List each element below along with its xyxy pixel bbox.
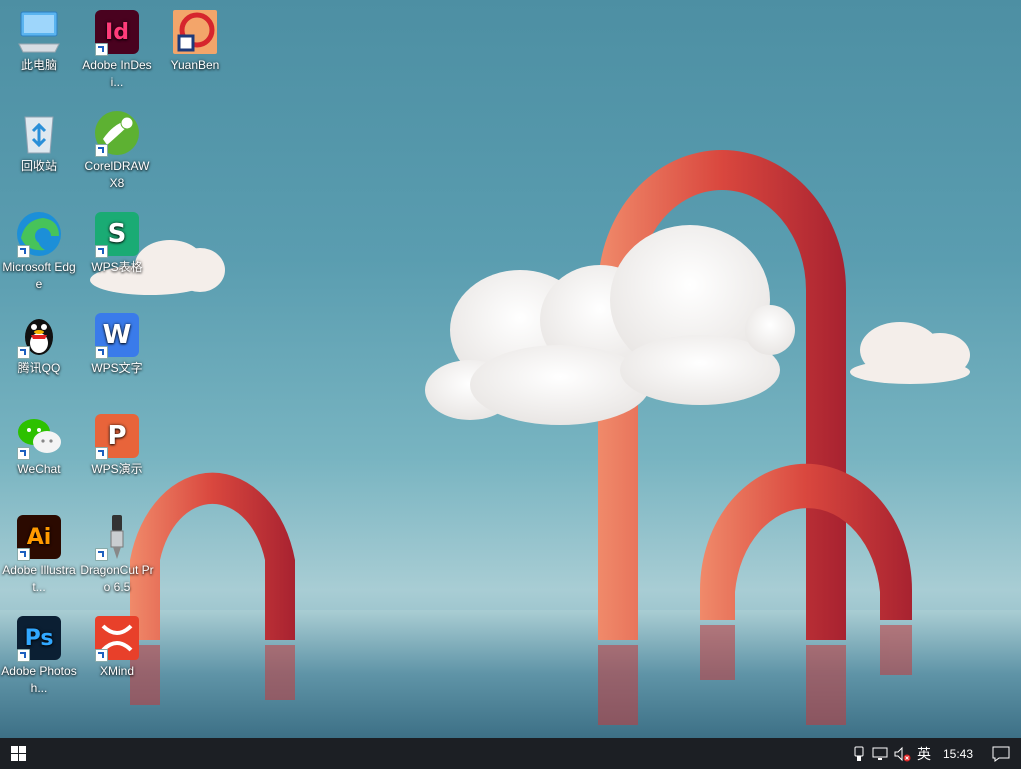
desktop-icon-label: WPS表格 <box>91 260 143 274</box>
desktop-icon-qq[interactable]: 腾讯QQ <box>1 311 77 377</box>
desktop-icon-label: DragonCut Pro 6.5 <box>80 563 154 594</box>
desktop-icon-label: WeChat <box>17 462 61 476</box>
desktop-icon-label: CorelDRAW X8 <box>84 159 150 190</box>
shortcut-arrow-icon <box>95 245 108 258</box>
desktop-icon-label: 腾讯QQ <box>17 361 61 375</box>
desktop-icon-illustrator[interactable]: Ai Adobe Illustrat... <box>1 513 77 596</box>
desktop-icon-wechat[interactable]: WeChat <box>1 412 77 478</box>
desktop-icon-photoshop[interactable]: Ps Adobe Photosh... <box>1 614 77 697</box>
start-button[interactable] <box>0 738 36 769</box>
shortcut-arrow-icon <box>95 43 108 56</box>
coreldraw-icon <box>93 109 141 157</box>
shortcut-arrow-icon <box>17 548 30 561</box>
notification-icon <box>992 746 1010 762</box>
desktop-icon-label: XMind <box>99 664 134 678</box>
qq-penguin-icon <box>15 311 63 359</box>
windows-logo-icon <box>11 746 26 761</box>
shortcut-arrow-icon <box>95 649 108 662</box>
desktop-icon-label: 回收站 <box>20 159 57 173</box>
desktop-icon-coreldraw[interactable]: CorelDRAW X8 <box>79 109 155 192</box>
desktop-icon-label: Adobe Illustrat... <box>2 563 76 594</box>
desktop-icon-label: Microsoft Edge <box>2 260 76 291</box>
desktop-icon-label: 此电脑 <box>20 58 57 72</box>
taskbar: 英 15:43 <box>0 738 1021 769</box>
desktop-icon-indesign[interactable]: Id Adobe InDesi... <box>79 8 155 91</box>
illustrator-icon: Ai <box>15 513 63 561</box>
clock[interactable]: 15:43 <box>935 738 981 769</box>
wps-present-icon: P <box>93 412 141 460</box>
desktop-icon-xmind[interactable]: XMind <box>79 614 155 680</box>
shortcut-arrow-icon <box>95 346 108 359</box>
desktop-icon-recycle-bin[interactable]: 回收站 <box>1 109 77 175</box>
desktop-icon-edge[interactable]: Microsoft Edge <box>1 210 77 293</box>
edge-icon <box>15 210 63 258</box>
desktop-icon-yuanben[interactable]: YuanBen <box>157 8 233 74</box>
shortcut-arrow-icon <box>17 245 30 258</box>
desktop-icon-label: Adobe Photosh... <box>1 664 77 695</box>
usb-device-icon[interactable] <box>849 738 869 769</box>
desktop-icon-label: WPS演示 <box>91 462 143 476</box>
xmind-icon <box>93 614 141 662</box>
network-icon[interactable] <box>869 738 891 769</box>
desktop-icon-wps-present[interactable]: P WPS演示 <box>79 412 155 478</box>
desktop-icon-label: Adobe InDesi... <box>82 58 152 89</box>
wps-writer-icon: W <box>93 311 141 359</box>
shortcut-arrow-icon <box>95 447 108 460</box>
shortcut-arrow-icon <box>17 447 30 460</box>
desktop-icon-wps-writer[interactable]: W WPS文字 <box>79 311 155 377</box>
desktop-icon-this-pc[interactable]: 此电脑 <box>1 8 77 74</box>
photoshop-icon: Ps <box>15 614 63 662</box>
yuanben-icon <box>171 8 219 56</box>
input-method-indicator[interactable]: 英 <box>913 738 935 769</box>
volume-muted-icon[interactable] <box>891 738 913 769</box>
shortcut-arrow-icon <box>17 346 30 359</box>
desktop-icon-label: WPS文字 <box>91 361 143 375</box>
wechat-icon <box>15 412 63 460</box>
dragoncut-knife-icon <box>93 513 141 561</box>
wps-sheet-icon: S <box>93 210 141 258</box>
indesign-icon: Id <box>93 8 141 56</box>
shortcut-arrow-icon <box>95 548 108 561</box>
recycle-bin-icon <box>15 109 63 157</box>
computer-icon <box>15 8 63 56</box>
desktop-icon-wps-sheet[interactable]: S WPS表格 <box>79 210 155 276</box>
action-center-button[interactable] <box>981 738 1021 769</box>
system-tray: 英 15:43 <box>849 738 1021 769</box>
desktop-icon-dragoncut[interactable]: DragonCut Pro 6.5 <box>79 513 155 596</box>
shortcut-arrow-icon <box>95 144 108 157</box>
shortcut-arrow-icon <box>17 649 30 662</box>
desktop-icon-label: YuanBen <box>170 58 220 72</box>
